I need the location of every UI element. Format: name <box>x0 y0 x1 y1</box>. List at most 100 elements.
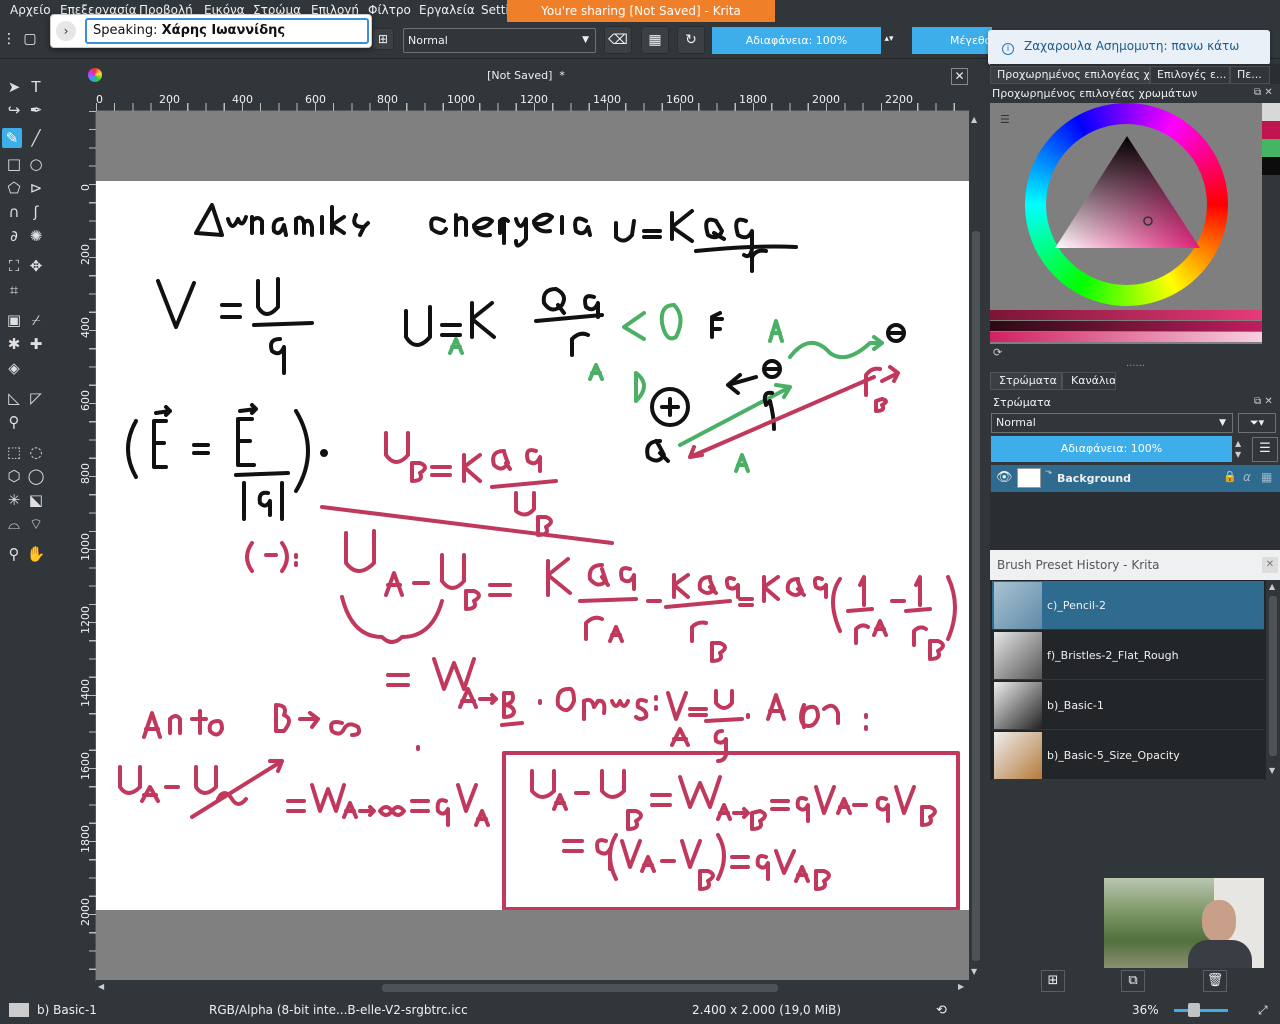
color-slider-3[interactable] <box>990 332 1262 342</box>
fill-tool-icon[interactable]: ◈ <box>4 358 24 378</box>
dock-float-close-icons[interactable]: ⧉ ✕ <box>1254 87 1276 98</box>
layer-opacity-slider[interactable]: Αδιαφάνεια: 100% <box>991 436 1232 462</box>
delete-layer-icon[interactable]: 🗑 <box>1203 970 1227 992</box>
scroll-down-icon[interactable]: ▼ <box>1269 766 1275 775</box>
expand-arrow-icon[interactable]: › <box>56 21 76 41</box>
eraser-icon[interactable]: ⌫ <box>604 26 632 54</box>
layers-float-close-icons[interactable]: ⧉ ✕ <box>1254 396 1276 407</box>
scroll-left-icon[interactable]: ◀ <box>98 982 104 991</box>
layer-blend-select[interactable]: Normal ▼ <box>991 413 1233 433</box>
dynamic-brush-icon[interactable]: ∂ <box>4 226 24 246</box>
tab-more[interactable]: Πε... <box>1230 66 1270 84</box>
layer-opacity-stepper[interactable]: ▲ ▼ <box>1235 438 1241 460</box>
menu-tools[interactable]: Εργαλεία <box>419 3 475 17</box>
move-tool-icon[interactable]: ✥ <box>26 256 46 276</box>
brush-thumb-icon[interactable] <box>9 1003 29 1017</box>
inherit-alpha-icon[interactable]: ▦ <box>1261 470 1272 484</box>
screen-share-banner[interactable]: You're sharing [Not Saved] - Krita <box>507 0 775 22</box>
gradient-tool-icon[interactable]: ▣ <box>4 310 24 330</box>
status-colorspace[interactable]: RGB/Alpha (8-bit inte...B-elle-V2-srgbtr… <box>209 1003 468 1017</box>
fullscreen-icon[interactable]: ⤢ <box>1258 1003 1268 1018</box>
opacity-stepper[interactable]: ▴▾ <box>883 26 895 54</box>
edit-shapes-icon[interactable]: ↪ <box>4 100 24 120</box>
close-icon[interactable]: ✕ <box>1262 557 1278 573</box>
color-selector[interactable]: ☰ <box>990 103 1262 344</box>
swatch[interactable] <box>1262 157 1280 175</box>
brush-item[interactable]: c)_Pencil-2 <box>992 581 1264 630</box>
vertical-scrollbar[interactable]: ▲ ▼ <box>969 111 983 980</box>
splitter-handle[interactable]: ...... <box>1126 358 1145 369</box>
polyline-tool-icon[interactable]: ⊳ <box>26 178 46 198</box>
tab-layers[interactable]: Στρώματα <box>990 372 1062 390</box>
text-tool-icon[interactable]: T <box>26 77 46 97</box>
blend-mode-select[interactable]: Normal ▼ <box>403 28 596 53</box>
transform-tool-icon[interactable]: ⛶ <box>4 256 24 276</box>
polygon-tool-icon[interactable]: ⬠ <box>4 178 24 198</box>
rectangle-tool-icon[interactable]: □ <box>4 154 24 174</box>
contiguous-select-icon[interactable]: ✳ <box>4 490 24 510</box>
zoom-slider[interactable] <box>1174 1009 1228 1012</box>
swatch[interactable] <box>1262 121 1280 139</box>
brush-item[interactable]: b)_Basic-1 <box>992 681 1264 730</box>
new-document-icon[interactable]: ▢ <box>16 26 44 54</box>
zoom-slider-handle[interactable] <box>1188 1003 1200 1017</box>
color-slider-1[interactable] <box>990 310 1262 320</box>
drawing-paper[interactable] <box>96 181 969 911</box>
pan-tool-icon[interactable]: ✋ <box>26 544 46 564</box>
alpha-lock-icon[interactable]: α <box>1243 470 1251 484</box>
swatch[interactable] <box>1262 139 1280 157</box>
document-tab[interactable]: [Not Saved] * <box>80 64 972 88</box>
ellipse-tool-icon[interactable]: ○ <box>26 154 46 174</box>
visibility-eye-icon[interactable]: 👁 <box>996 470 1013 485</box>
vertical-scroll-thumb[interactable] <box>972 231 980 961</box>
status-zoom[interactable]: 36% <box>1132 1003 1159 1017</box>
layer-name[interactable]: Background <box>1057 472 1131 485</box>
freehand-path-icon[interactable]: ʃ <box>26 202 46 222</box>
brush-item[interactable]: b)_Basic-5_Size_Opacity <box>992 731 1264 780</box>
menu-file[interactable]: Αρχείο <box>10 3 51 17</box>
color-picker-icon[interactable]: ⌿ <box>26 310 46 330</box>
duplicate-layer-icon[interactable]: ⧉ <box>1121 970 1145 992</box>
refresh-icon[interactable]: ⟳ <box>993 346 1002 359</box>
rotation-icon[interactable]: ⟲ <box>936 1003 947 1018</box>
ellipse-select-icon[interactable]: ◌ <box>26 442 46 462</box>
tab-advanced-color[interactable]: Προχωρημένος επιλογέας χ... <box>990 66 1150 84</box>
brush-item[interactable]: f)_Bristles-2_Flat_Rough <box>992 631 1264 680</box>
multibrush-icon[interactable]: ✺ <box>26 226 46 246</box>
polygon-select-icon[interactable]: ⬡ <box>4 466 24 486</box>
horizontal-scrollbar[interactable]: ◀ ▶ <box>96 980 969 996</box>
scroll-right-icon[interactable]: ▶ <box>958 982 964 991</box>
lock-icon[interactable]: 🔒 <box>1223 470 1237 483</box>
tab-channels[interactable]: Κανάλια <box>1062 372 1116 390</box>
bezier-select-icon[interactable]: ⌓ <box>4 514 24 534</box>
add-layer-icon[interactable]: ⊞ <box>1041 970 1065 992</box>
layer-filter-icon[interactable]: ⏷▾ <box>1238 413 1276 433</box>
scroll-thumb[interactable] <box>1269 596 1277 756</box>
line-tool-icon[interactable]: ╱ <box>26 128 46 148</box>
horizontal-scroll-thumb[interactable] <box>382 984 778 992</box>
select-shapes-icon[interactable]: ➤ <box>4 77 24 97</box>
menu-filter[interactable]: Φίλτρο <box>368 3 411 17</box>
scroll-down-icon[interactable]: ▼ <box>971 967 977 976</box>
bezier-tool-icon[interactable]: ∩ <box>4 202 24 222</box>
zoom-tool-icon[interactable]: ⚲ <box>4 544 24 564</box>
reference-tool-icon[interactable]: ⚲ <box>4 412 24 432</box>
chat-notification[interactable]: i Ζαχαρουλα Ασημομυτη: πανω κάτω <box>988 30 1270 65</box>
freehand-select-icon[interactable]: ◯ <box>26 466 46 486</box>
similar-select-icon[interactable]: ⬕ <box>26 490 46 510</box>
layer-row[interactable]: 👁 ⬎ Background 🔒 α ▦ <box>991 465 1280 492</box>
smart-patch-icon[interactable]: ✚ <box>26 334 46 354</box>
reload-preset-icon[interactable]: ↻ <box>677 26 705 54</box>
scroll-up-icon[interactable]: ▲ <box>971 115 977 124</box>
crop-tool-icon[interactable]: ⌗ <box>4 280 24 300</box>
opacity-slider[interactable]: Αδιαφάνεια: 100% <box>712 27 881 54</box>
color-slider-2[interactable] <box>990 321 1262 331</box>
brush-editor-icon[interactable]: ⊞ <box>372 28 394 50</box>
assistant-tool-icon[interactable]: ◺ <box>4 388 24 408</box>
measure-tool-icon[interactable]: ◸ <box>26 388 46 408</box>
freehand-brush-icon[interactable]: ✎ <box>2 128 22 148</box>
rect-select-icon[interactable]: ⬚ <box>4 442 24 462</box>
size-slider[interactable]: Μέγεθο <box>912 27 992 54</box>
brush-history-scrollbar[interactable]: ▲ ▼ <box>1266 580 1280 780</box>
color-settings-icon[interactable]: ☰ <box>1000 113 1010 126</box>
